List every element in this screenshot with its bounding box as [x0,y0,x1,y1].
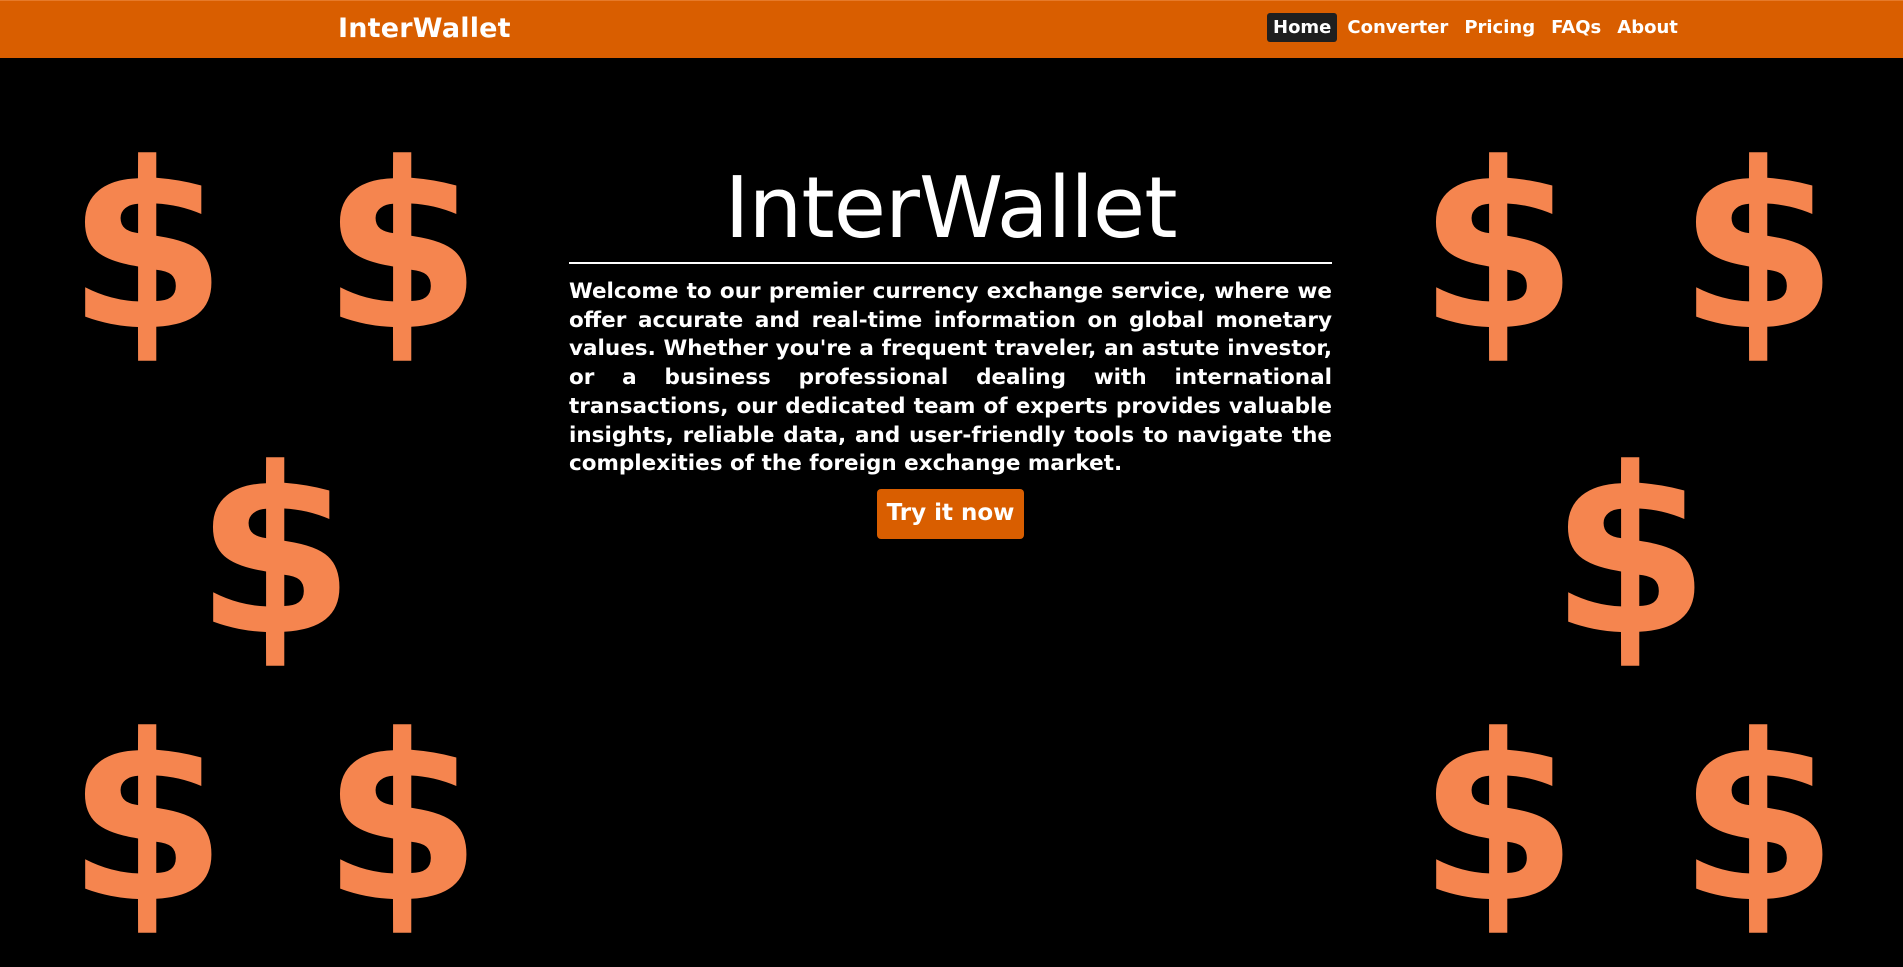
cta-container: Try it now [569,488,1332,539]
nav-item-about[interactable]: About [1611,13,1684,42]
top-navbar: InterWallet Home Converter Pricing FAQs … [0,0,1903,58]
dollar-sign-icon: $ [1418,687,1579,954]
nav-links: Home Converter Pricing FAQs About [1267,13,1684,42]
nav-item-home[interactable]: Home [1267,13,1338,42]
dollar-sign-icon: $ [67,115,228,382]
dollar-sign-icon: $ [1550,420,1711,687]
nav-item-pricing[interactable]: Pricing [1458,13,1541,42]
hero-title: InterWallet [724,159,1177,258]
dollar-sign-icon: $ [1418,115,1579,382]
brand-logo[interactable]: InterWallet [338,13,511,44]
dollar-sign-icon: $ [67,687,228,954]
nav-item-converter[interactable]: Converter [1341,13,1454,42]
hero-description: Welcome to our premier currency exchange… [569,279,1332,477]
dollar-sign-icon: $ [322,687,483,954]
hero-section: InterWallet Welcome to our premier curre… [569,160,1332,539]
dollar-sign-icon: $ [195,420,356,687]
dollar-sign-icon: $ [1678,687,1839,954]
dollar-sign-icon: $ [1678,115,1839,382]
nav-item-faqs[interactable]: FAQs [1545,13,1607,42]
hero-divider [569,262,1332,264]
dollar-sign-icon: $ [322,115,483,382]
try-it-now-button[interactable]: Try it now [876,488,1025,539]
